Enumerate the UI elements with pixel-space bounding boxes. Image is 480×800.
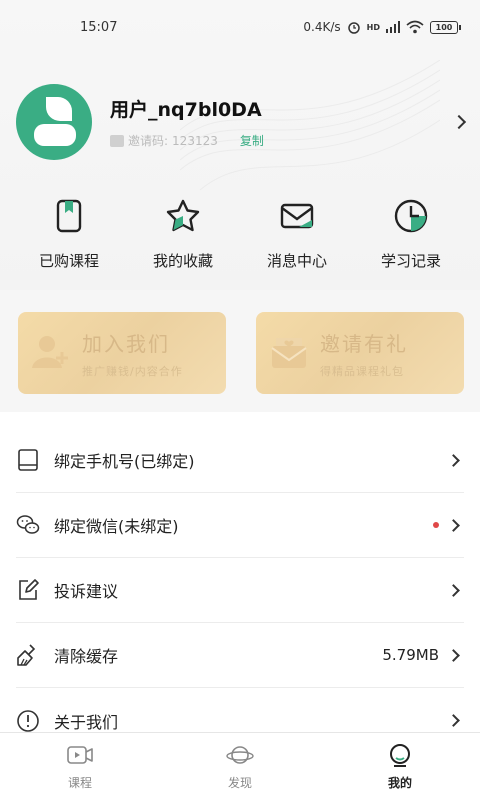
settings-menu: 绑定手机号(已绑定) 绑定微信(未绑定) 投诉建议 清除缓存 5.79MB 关于… — [0, 428, 480, 753]
invite-code-value: 123123 — [172, 133, 218, 148]
unread-dot — [433, 522, 439, 528]
chevron-right-icon — [447, 714, 460, 727]
invite-code-row: 邀请码: 123123 复制 — [110, 132, 454, 149]
signal-icon — [386, 21, 400, 33]
edit-icon — [19, 579, 39, 600]
tab-mine[interactable]: 我的 — [340, 742, 460, 791]
username: 用户_nq7bl0DA — [110, 99, 262, 121]
quick-nav-messages[interactable]: 消息中心 — [247, 198, 347, 278]
status-bar: 15:07 0.4K/s HD 100 — [0, 0, 480, 54]
menu-bind-wechat[interactable]: 绑定微信(未绑定) — [16, 493, 464, 558]
tab-courses[interactable]: 课程 — [20, 742, 140, 791]
broom-icon — [17, 644, 36, 666]
chevron-right-icon — [447, 583, 460, 597]
purchased-course-icon — [56, 199, 82, 233]
tab-discover[interactable]: 发现 — [180, 742, 300, 791]
battery-level: 100 — [435, 22, 453, 32]
user-icon — [390, 744, 410, 767]
status-time: 15:07 — [80, 19, 118, 35]
avatar[interactable] — [16, 84, 92, 160]
copy-button[interactable]: 复制 — [240, 132, 264, 149]
cache-size: 5.79MB — [382, 646, 439, 664]
network-speed: 0.4K/s — [303, 20, 341, 34]
alarm-icon — [347, 22, 360, 34]
quick-nav-study-history[interactable]: 学习记录 — [361, 198, 461, 278]
chevron-right-icon — [447, 518, 460, 532]
envelope-icon — [271, 338, 307, 368]
promo-area: 加入我们 推广赚钱/内容合作 邀请有礼 得精品课程礼包 — [0, 290, 480, 412]
promo-subtitle: 推广赚钱/内容合作 — [82, 365, 183, 378]
add-user-icon — [32, 336, 68, 368]
menu-bind-phone[interactable]: 绑定手机号(已绑定) — [16, 428, 464, 493]
invite-code-label: 邀请码: — [128, 134, 169, 148]
wechat-icon — [16, 515, 40, 534]
mail-icon — [280, 203, 314, 229]
chevron-right-icon — [447, 453, 460, 467]
quick-nav-favorites[interactable]: 我的收藏 — [133, 198, 233, 278]
menu-feedback[interactable]: 投诉建议 — [16, 558, 464, 623]
message-icon — [110, 134, 124, 147]
info-icon — [17, 709, 39, 732]
quick-nav: 已购课程 我的收藏 消息中心 学习记录 — [0, 198, 480, 278]
promo-invite-gift[interactable]: 邀请有礼 得精品课程礼包 — [256, 312, 464, 394]
bottom-tab-bar: 课程 发现 我的 — [0, 732, 480, 800]
promo-subtitle: 得精品课程礼包 — [320, 365, 404, 378]
hd-indicator: HD — [366, 22, 380, 32]
promo-title: 加入我们 — [82, 332, 170, 356]
star-icon — [166, 199, 200, 232]
promo-title: 邀请有礼 — [320, 332, 408, 356]
planet-icon — [226, 746, 254, 764]
profile-header[interactable]: 用户_nq7bl0DA 邀请码: 123123 复制 — [16, 84, 472, 160]
chevron-right-icon — [447, 648, 460, 662]
chevron-right-icon[interactable] — [451, 114, 467, 130]
phone-icon — [18, 449, 38, 471]
promo-join-us[interactable]: 加入我们 推广赚钱/内容合作 — [18, 312, 226, 394]
video-icon — [67, 746, 93, 764]
clock-icon — [394, 199, 428, 233]
quick-nav-purchased-courses[interactable]: 已购课程 — [19, 198, 119, 278]
battery-icon: 100 — [430, 20, 461, 34]
menu-clear-cache[interactable]: 清除缓存 5.79MB — [16, 623, 464, 688]
wifi-icon — [406, 20, 424, 34]
